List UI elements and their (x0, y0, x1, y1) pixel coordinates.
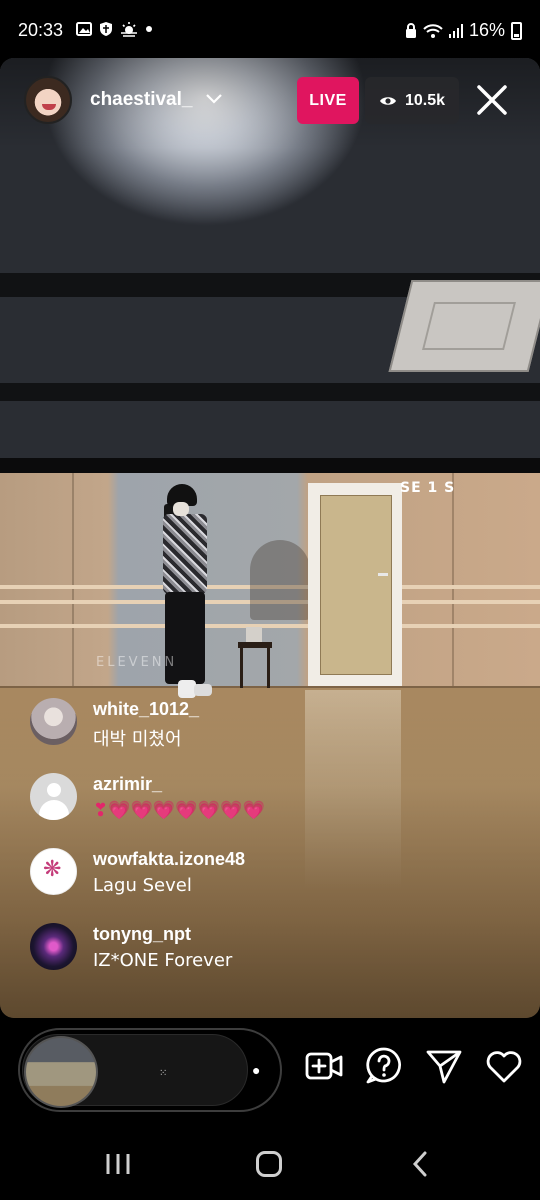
comment-username[interactable]: white_1012_ (93, 699, 199, 720)
comment-text: Lagu Sevel (93, 875, 192, 896)
host-username[interactable]: chaestival_ (90, 89, 192, 111)
dancer-shirt (163, 514, 207, 594)
gallery-icon (76, 22, 92, 36)
status-right: 16% (405, 20, 522, 41)
live-badge: LIVE (297, 77, 359, 124)
video-top-gradient (0, 58, 540, 148)
video-shadow (250, 540, 310, 620)
eye-icon (379, 96, 396, 105)
video-sign: SE 1 S (400, 480, 456, 496)
comment-text: ❣💗💗💗💗💗💗💗 (93, 800, 265, 821)
comment-username[interactable]: tonyng_npt (93, 924, 191, 945)
dancer-pants (165, 592, 205, 684)
home-icon[interactable] (256, 1151, 282, 1177)
dancer-face (173, 502, 189, 516)
question-icon[interactable] (364, 1046, 404, 1086)
video-barre (0, 624, 540, 628)
viewer-count[interactable]: 10.5k (365, 77, 459, 124)
comment-avatar[interactable] (30, 698, 77, 745)
status-time: 20:33 (18, 20, 64, 40)
comment-text: IZ*ONE Forever (93, 950, 233, 971)
video-door (320, 495, 392, 675)
comment-avatar[interactable] (30, 848, 77, 895)
video-wall-panel (72, 473, 74, 688)
video-beam (0, 383, 540, 401)
heart-icon[interactable] (484, 1046, 524, 1086)
close-icon[interactable] (474, 82, 510, 118)
host-avatar[interactable] (24, 76, 72, 124)
notification-dot-icon (146, 26, 152, 32)
comment-text: 대박 미쳤어 (93, 729, 182, 750)
battery-icon (511, 21, 522, 40)
comment-item: wowfakta.izone48 Lagu Sevel (30, 848, 510, 904)
video-stool-object (246, 627, 262, 642)
viewer-count-label: 10.5k (404, 91, 446, 109)
comment-username[interactable]: wowfakta.izone48 (93, 849, 245, 870)
lock-icon (405, 22, 416, 38)
comment-item: azrimir_ ❣💗💗💗💗💗💗💗 (30, 773, 510, 829)
battery-percent: 16% (468, 20, 505, 40)
comment-username[interactable]: azrimir_ (93, 774, 162, 795)
comment-avatar[interactable] (30, 923, 77, 970)
comment-avatar[interactable] (30, 773, 77, 820)
video-stool-leg (267, 648, 270, 688)
comment-item: white_1012_ 대박 미쳤어 (30, 698, 510, 754)
signal-icon (448, 23, 463, 38)
add-video-icon[interactable] (304, 1046, 344, 1086)
weather-icon (121, 22, 137, 37)
comment-item: tonyng_npt IZ*ONE Forever (30, 923, 510, 979)
camera-dot-icon: ⁙ (159, 1068, 168, 1079)
send-icon[interactable] (424, 1046, 464, 1086)
recents-icon[interactable] (104, 1152, 132, 1176)
chevron-down-icon[interactable] (204, 88, 224, 108)
wifi-icon (423, 23, 443, 38)
status-bar: 20:33 16% (0, 0, 540, 60)
video-stool-leg (240, 648, 243, 688)
video-door-handle (378, 573, 388, 576)
video-thumbnail[interactable] (24, 1036, 98, 1108)
video-ceiling-edge (0, 458, 540, 474)
status-icons-left (76, 21, 154, 37)
back-icon[interactable] (410, 1151, 430, 1177)
video-wall-panel (452, 473, 454, 688)
shield-icon (100, 22, 112, 36)
video-watermark: ELEVENN (96, 655, 178, 670)
more-dot-icon[interactable]: ● (252, 1062, 260, 1078)
video-ac-unit (388, 280, 540, 372)
